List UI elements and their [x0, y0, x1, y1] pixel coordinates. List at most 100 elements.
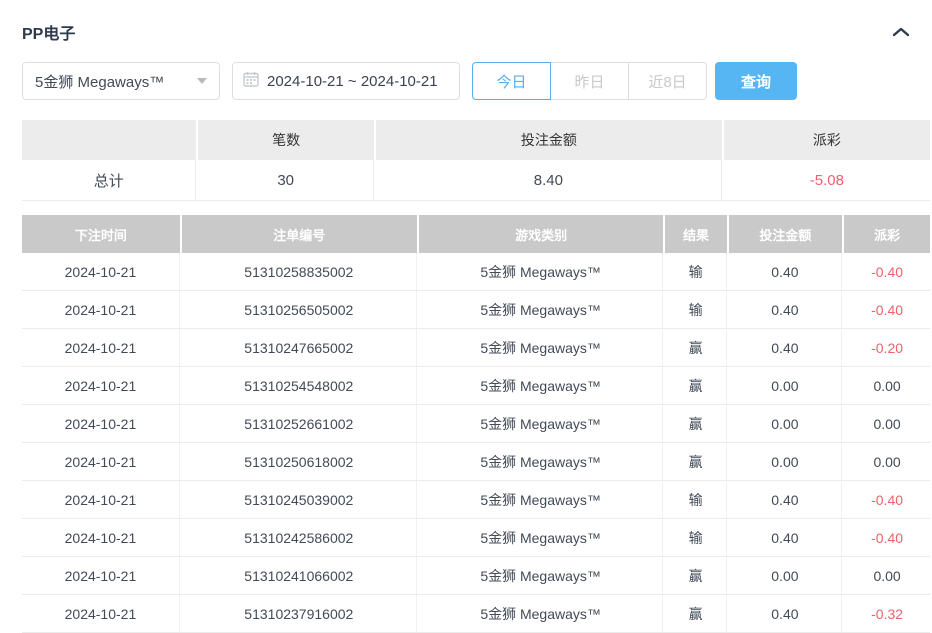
- game-category-cell: 5金狮 Megaways™: [419, 595, 664, 632]
- game-select-value: 5金狮 Megaways™: [35, 71, 164, 92]
- payout-cell: -0.40: [844, 519, 930, 556]
- bet-time-cell: 2024-10-21: [22, 481, 180, 518]
- order-no-cell: 51310247665002: [182, 329, 417, 366]
- bet-time-cell: 2024-10-21: [22, 595, 180, 632]
- result-cell: 输: [665, 519, 726, 556]
- payout-cell: -0.40: [844, 291, 930, 328]
- result-cell: 输: [665, 253, 726, 290]
- records-table: 下注时间 注单编号 游戏类别 结果 投注金额 派彩 2024-10-21 513…: [22, 215, 930, 633]
- order-no-cell: 51310256505002: [182, 291, 417, 328]
- panel-title: PP电子: [22, 20, 75, 44]
- bet-amount-cell: 0.40: [729, 329, 842, 366]
- game-select[interactable]: 5金狮 Megaways™: [22, 62, 220, 100]
- chevron-up-icon: [892, 26, 910, 41]
- caret-down-icon: [197, 78, 207, 84]
- payout-cell: 0.00: [844, 405, 930, 442]
- game-category-cell: 5金狮 Megaways™: [419, 329, 664, 366]
- payout-cell: 0.00: [844, 367, 930, 404]
- summary-table: 笔数 投注金额 派彩 总计 30 8.40 -5.08: [22, 120, 930, 201]
- quick-filter-yesterday[interactable]: 昨日: [550, 62, 629, 100]
- result-cell: 赢: [665, 443, 726, 480]
- filter-row: 5金狮 Megaways™ 2024-10-21 ~ 2024-10-21 今日…: [22, 62, 930, 100]
- bet-time-cell: 2024-10-21: [22, 557, 180, 594]
- bet-amount-cell: 0.40: [729, 519, 842, 556]
- summary-total-payout: -5.08: [724, 160, 930, 200]
- table-row: 2024-10-21 51310241066002 5金狮 Megaways™ …: [22, 557, 930, 595]
- table-row: 2024-10-21 51310256505002 5金狮 Megaways™ …: [22, 291, 930, 329]
- date-range-value: 2024-10-21 ~ 2024-10-21: [267, 73, 438, 90]
- quick-filter-today[interactable]: 今日: [472, 62, 551, 100]
- query-button[interactable]: 查询: [715, 62, 797, 100]
- bet-time-cell: 2024-10-21: [22, 329, 180, 366]
- table-row: 2024-10-21 51310250618002 5金狮 Megaways™ …: [22, 443, 930, 481]
- game-category-cell: 5金狮 Megaways™: [419, 291, 664, 328]
- bet-amount-cell: 0.00: [729, 557, 842, 594]
- order-no-cell: 51310241066002: [182, 557, 417, 594]
- game-category-cell: 5金狮 Megaways™: [419, 557, 664, 594]
- header-game-category: 游戏类别: [419, 215, 664, 253]
- quick-filter-group: 今日 昨日 近8日: [472, 62, 707, 100]
- summary-header-blank: [22, 120, 196, 160]
- summary-header-payout: 派彩: [724, 120, 930, 160]
- order-no-cell: 51310254548002: [182, 367, 417, 404]
- collapse-panel-button[interactable]: [890, 24, 912, 40]
- game-category-cell: 5金狮 Megaways™: [419, 443, 664, 480]
- payout-cell: -0.40: [844, 481, 930, 518]
- records-table-body: 2024-10-21 51310258835002 5金狮 Megaways™ …: [22, 253, 930, 633]
- bet-amount-cell: 0.00: [729, 405, 842, 442]
- header-order-no: 注单编号: [182, 215, 417, 253]
- table-row: 2024-10-21 51310247665002 5金狮 Megaways™ …: [22, 329, 930, 367]
- bet-amount-cell: 0.40: [729, 253, 842, 290]
- order-no-cell: 51310245039002: [182, 481, 417, 518]
- bet-amount-cell: 0.40: [729, 291, 842, 328]
- result-cell: 赢: [665, 329, 726, 366]
- date-range-picker[interactable]: 2024-10-21 ~ 2024-10-21: [232, 62, 460, 100]
- summary-total-bet-amount: 8.40: [376, 160, 722, 200]
- bet-amount-cell: 0.00: [729, 443, 842, 480]
- summary-header-count: 笔数: [198, 120, 373, 160]
- order-no-cell: 51310250618002: [182, 443, 417, 480]
- result-cell: 赢: [665, 405, 726, 442]
- header-bet-time: 下注时间: [22, 215, 180, 253]
- panel-header: PP电子: [22, 20, 930, 44]
- bet-amount-cell: 0.40: [729, 481, 842, 518]
- table-row: 2024-10-21 51310254548002 5金狮 Megaways™ …: [22, 367, 930, 405]
- order-no-cell: 51310242586002: [182, 519, 417, 556]
- payout-cell: 0.00: [844, 557, 930, 594]
- game-category-cell: 5金狮 Megaways™: [419, 253, 664, 290]
- bet-amount-cell: 0.00: [729, 367, 842, 404]
- order-no-cell: 51310258835002: [182, 253, 417, 290]
- bet-time-cell: 2024-10-21: [22, 443, 180, 480]
- bet-time-cell: 2024-10-21: [22, 367, 180, 404]
- game-category-cell: 5金狮 Megaways™: [419, 405, 664, 442]
- result-cell: 赢: [665, 595, 726, 632]
- quick-filter-last8days[interactable]: 近8日: [628, 62, 707, 100]
- result-cell: 赢: [665, 557, 726, 594]
- pp-games-panel: PP电子 5金狮 Megaways™ 2024-10-21 ~ 2024-10-…: [0, 0, 932, 633]
- header-bet-amount: 投注金额: [729, 215, 842, 253]
- game-category-cell: 5金狮 Megaways™: [419, 519, 664, 556]
- payout-cell: 0.00: [844, 443, 930, 480]
- summary-total-count: 30: [198, 160, 373, 200]
- summary-table-header: 笔数 投注金额 派彩: [22, 120, 930, 160]
- calendar-icon: [243, 71, 259, 91]
- header-result: 结果: [665, 215, 726, 253]
- result-cell: 输: [665, 291, 726, 328]
- bet-time-cell: 2024-10-21: [22, 519, 180, 556]
- header-payout: 派彩: [844, 215, 930, 253]
- table-row: 2024-10-21 51310258835002 5金狮 Megaways™ …: [22, 253, 930, 291]
- bet-amount-cell: 0.40: [729, 595, 842, 632]
- table-row: 2024-10-21 51310252661002 5金狮 Megaways™ …: [22, 405, 930, 443]
- order-no-cell: 51310237916002: [182, 595, 417, 632]
- bet-time-cell: 2024-10-21: [22, 253, 180, 290]
- bet-time-cell: 2024-10-21: [22, 405, 180, 442]
- payout-cell: -0.40: [844, 253, 930, 290]
- game-category-cell: 5金狮 Megaways™: [419, 367, 664, 404]
- game-category-cell: 5金狮 Megaways™: [419, 481, 664, 518]
- summary-header-bet-amount: 投注金额: [376, 120, 722, 160]
- payout-cell: -0.32: [844, 595, 930, 632]
- summary-total-label: 总计: [22, 160, 196, 200]
- payout-cell: -0.20: [844, 329, 930, 366]
- table-row: 2024-10-21 51310242586002 5金狮 Megaways™ …: [22, 519, 930, 557]
- summary-total-row: 总计 30 8.40 -5.08: [22, 160, 930, 201]
